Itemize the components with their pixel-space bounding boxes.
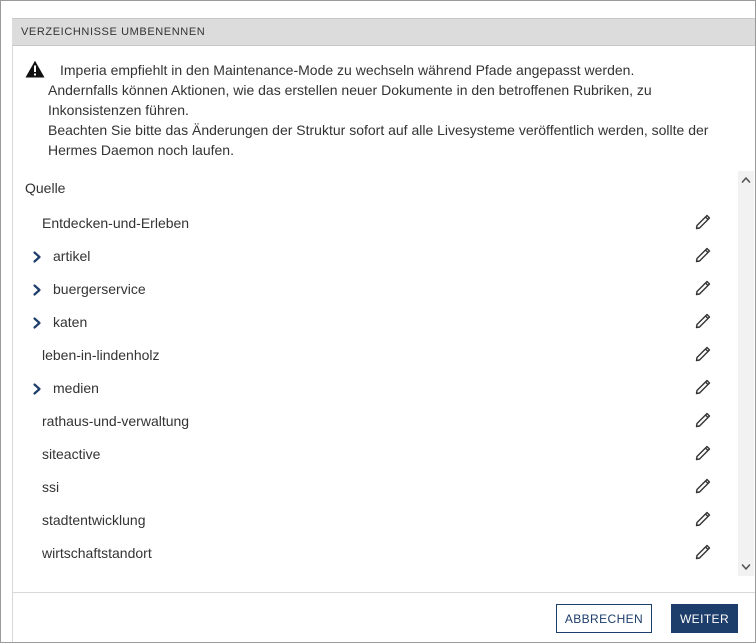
tree-item-label[interactable]: buergerservice — [53, 281, 146, 297]
maintenance-warning: Imperia empfiehlt in den Maintenance-Mod… — [24, 60, 744, 160]
rename-directories-dialog: VERZEICHNISSE UMBENENNEN Imperia empfieh… — [0, 0, 756, 643]
tree-row[interactable]: katen — [13, 306, 713, 339]
next-button[interactable]: WEITER — [671, 604, 738, 633]
directory-tree: Quelle Entdecken-und-Erleben artikel bue… — [13, 168, 738, 578]
tree-row[interactable]: wirtschaftstandort — [13, 537, 713, 570]
dialog-content: Imperia empfiehlt in den Maintenance-Mod… — [12, 46, 755, 592]
tree-item-label[interactable]: ssi — [42, 479, 59, 495]
tree-item-label[interactable]: artikel — [53, 248, 90, 264]
tree-row[interactable]: medien — [13, 372, 713, 405]
tree-item-label[interactable]: leben-in-lindenholz — [42, 347, 160, 363]
pencil-icon[interactable] — [694, 246, 712, 264]
scroll-down-icon[interactable] — [740, 561, 752, 573]
tree-item-label[interactable]: wirtschaftstandort — [42, 545, 152, 561]
tree-item-label[interactable]: Entdecken-und-Erleben — [42, 215, 189, 231]
pencil-icon[interactable] — [694, 378, 712, 396]
tree-item-label[interactable]: katen — [53, 314, 87, 330]
tree-scrollbar[interactable] — [738, 171, 754, 576]
chevron-right-icon[interactable] — [31, 283, 43, 297]
pencil-icon[interactable] — [694, 312, 712, 330]
tree-item-label[interactable]: rathaus-und-verwaltung — [42, 413, 189, 429]
tree-row[interactable]: siteactive — [13, 438, 713, 471]
tree-row[interactable]: ssi — [13, 471, 713, 504]
pencil-icon[interactable] — [694, 411, 712, 429]
pencil-icon[interactable] — [694, 279, 712, 297]
tree-row[interactable]: buergerservice — [13, 273, 713, 306]
cancel-button[interactable]: ABBRECHEN — [556, 604, 652, 633]
pencil-icon[interactable] — [694, 477, 712, 495]
pencil-icon[interactable] — [694, 213, 712, 231]
tree-row[interactable]: stadtentwicklung — [13, 504, 713, 537]
tree-item-label[interactable]: stadtentwicklung — [42, 512, 146, 528]
tree-row[interactable]: artikel — [13, 240, 713, 273]
scroll-up-icon[interactable] — [740, 174, 752, 186]
pencil-icon[interactable] — [694, 444, 712, 462]
warning-line-1: Imperia empfiehlt in den Maintenance-Mod… — [60, 62, 635, 78]
tree-row[interactable]: rathaus-und-verwaltung — [13, 405, 713, 438]
warning-line-2: Andernfalls können Aktionen, wie das ers… — [48, 82, 652, 118]
chevron-right-icon[interactable] — [31, 382, 43, 396]
pencil-icon[interactable] — [694, 345, 712, 363]
dialog-footer: ABBRECHEN WEITER — [12, 592, 755, 642]
warning-line-3: Beachten Sie bitte das Änderungen der St… — [48, 122, 709, 158]
tree-row[interactable]: Entdecken-und-Erleben — [13, 207, 713, 240]
tree-header-source: Quelle — [25, 180, 66, 196]
pencil-icon[interactable] — [694, 543, 712, 561]
tree-item-label[interactable]: siteactive — [42, 446, 100, 462]
dialog-title-bar: VERZEICHNISSE UMBENENNEN — [12, 18, 755, 46]
pencil-icon[interactable] — [694, 510, 712, 528]
tree-item-label[interactable]: medien — [53, 380, 99, 396]
chevron-right-icon[interactable] — [31, 250, 43, 264]
chevron-right-icon[interactable] — [31, 316, 43, 330]
dialog-title: VERZEICHNISSE UMBENENNEN — [21, 26, 206, 38]
warning-triangle-icon — [25, 60, 45, 78]
tree-row[interactable]: leben-in-lindenholz — [13, 339, 713, 372]
